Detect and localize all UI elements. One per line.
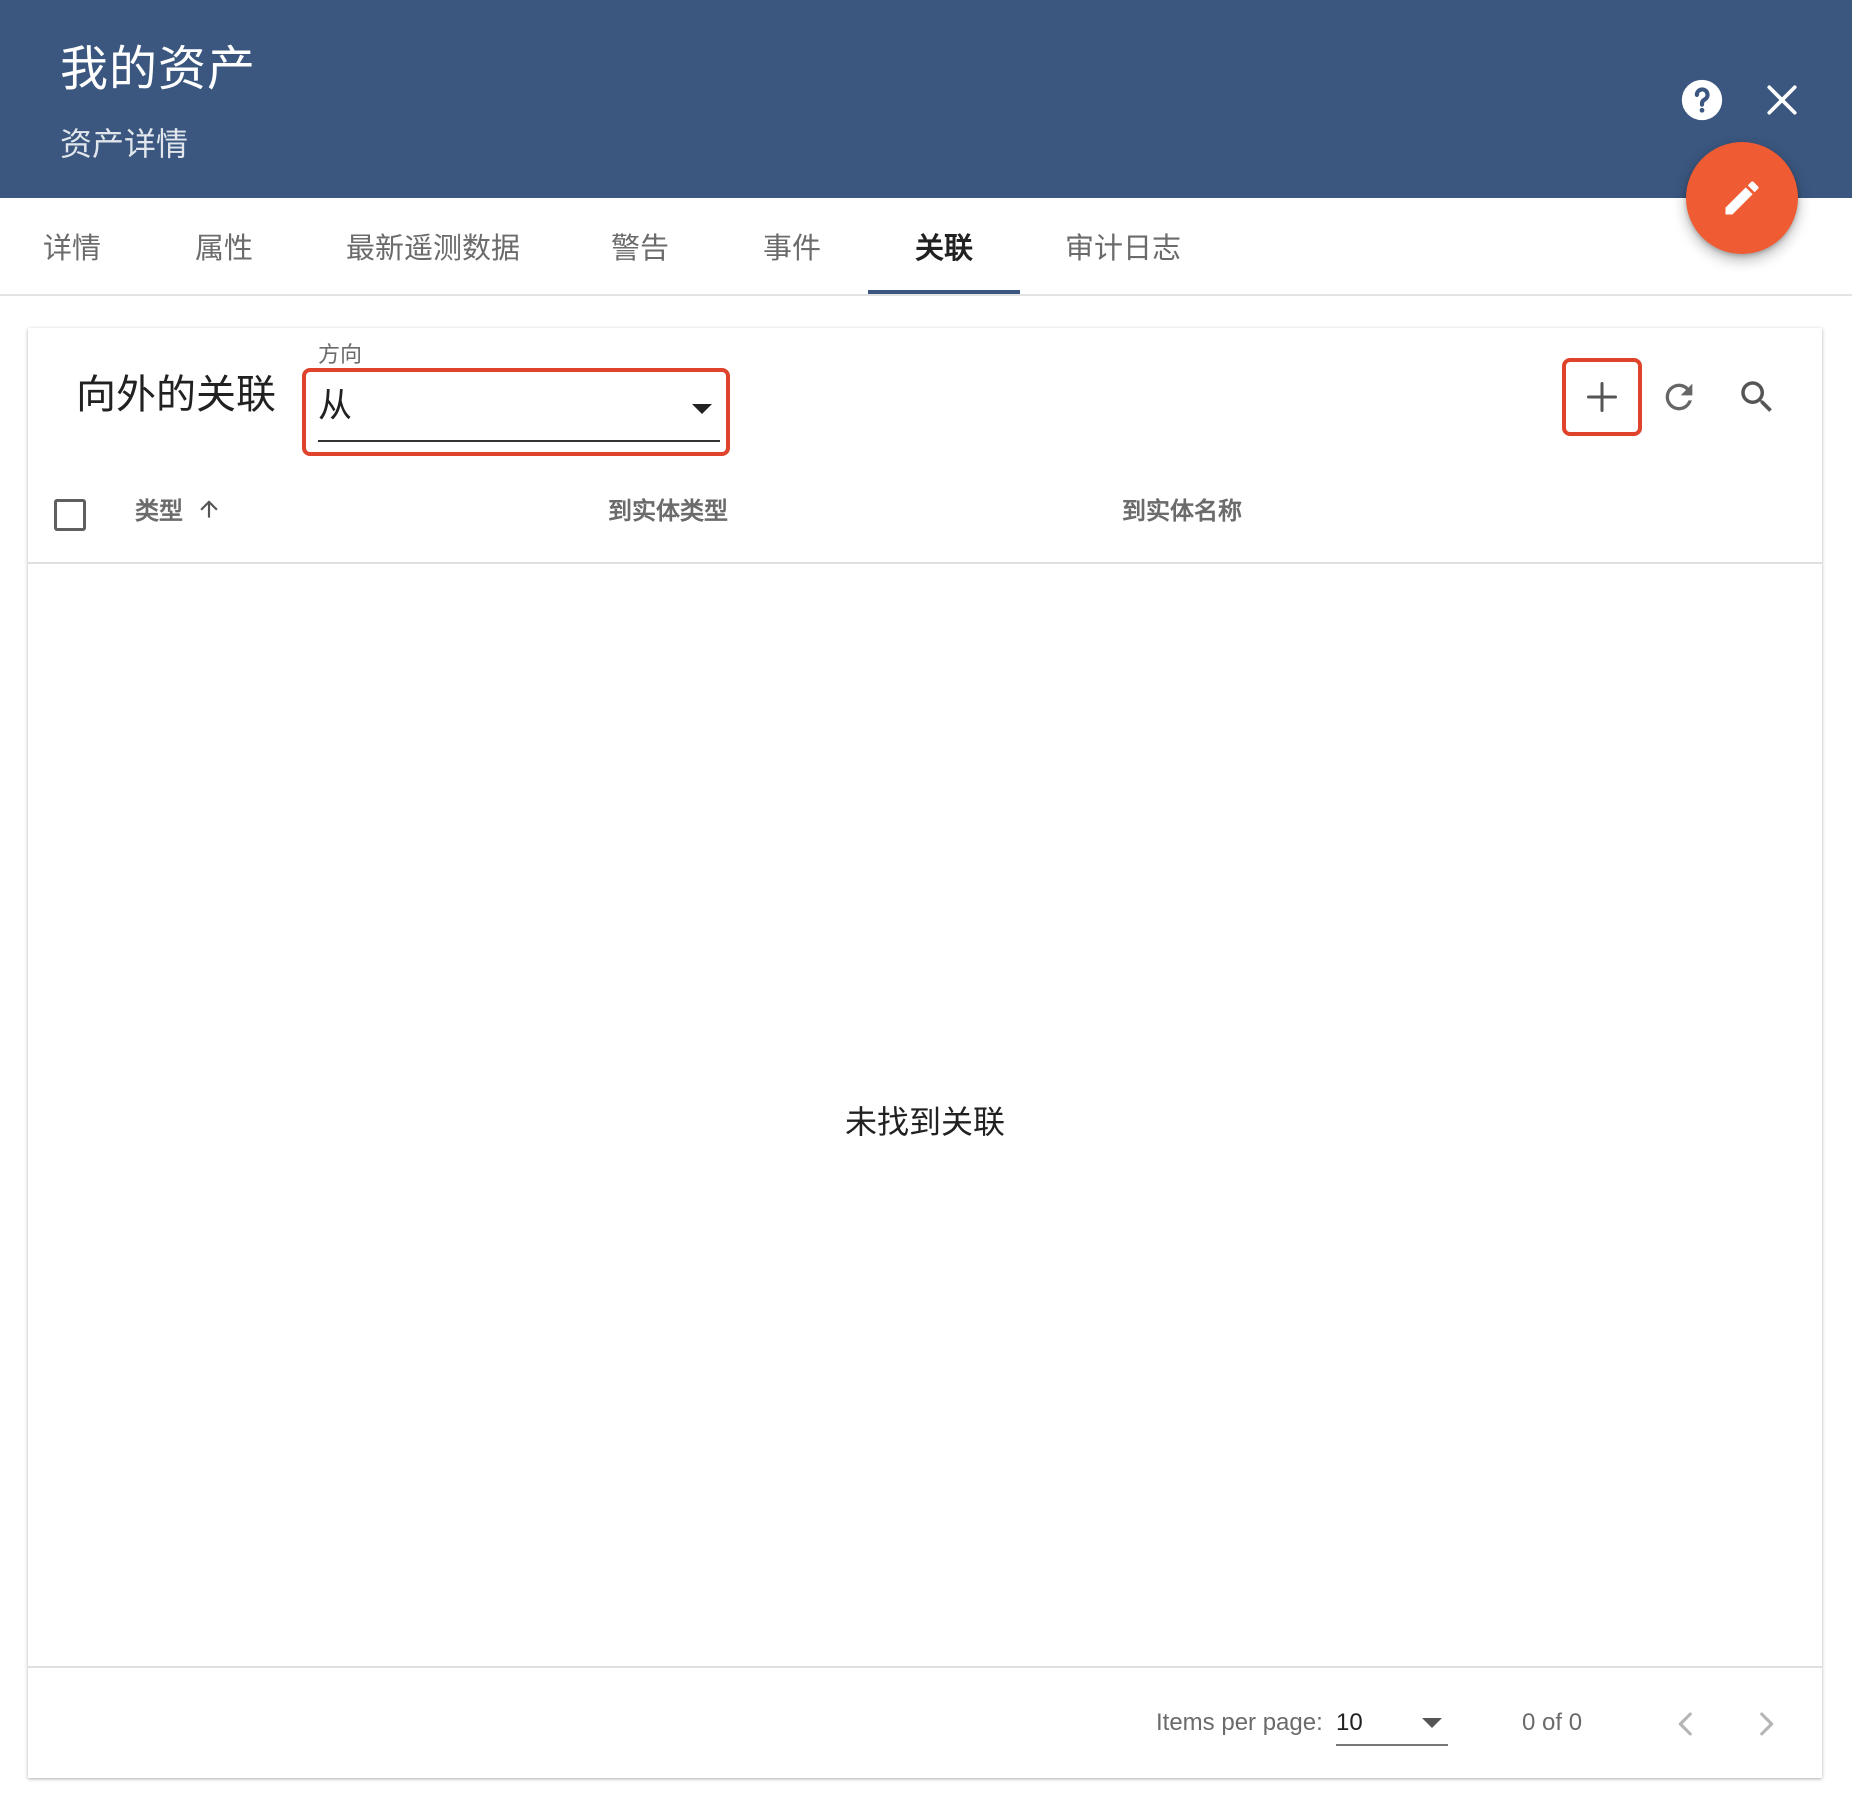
- tab-latest-telemetry[interactable]: 最新遥测数据: [328, 198, 538, 294]
- search-button[interactable]: [1722, 362, 1792, 432]
- relations-title: 向外的关联: [76, 373, 276, 417]
- search-icon: [1741, 381, 1772, 412]
- help-button[interactable]: [1672, 70, 1732, 130]
- active-tab-indicator: [868, 290, 1020, 294]
- refresh-button[interactable]: [1644, 362, 1714, 432]
- items-per-page-select[interactable]: 10: [1336, 1700, 1448, 1746]
- paginator: Items per page: 10 0 of 0: [28, 1666, 1822, 1780]
- relations-card: 向外的关联 方向 从 类型 到实体类型 到实体名称 未找到关联 Items pe…: [28, 328, 1822, 1778]
- add-relation-button[interactable]: [1562, 358, 1642, 436]
- tab-audit-logs[interactable]: 审计日志: [1046, 198, 1200, 294]
- refresh-icon: [1665, 383, 1693, 411]
- page-subtitle: 资产详情: [60, 126, 189, 162]
- dropdown-arrow-icon: [692, 404, 712, 414]
- tab-relations[interactable]: 关联: [868, 198, 1020, 294]
- close-button[interactable]: [1752, 70, 1812, 130]
- direction-label: 方向: [318, 342, 363, 367]
- column-header-to-entity-name[interactable]: 到实体名称: [1122, 494, 1242, 530]
- next-page-button[interactable]: [1738, 1696, 1794, 1752]
- page-title: 我的资产: [60, 43, 257, 96]
- direction-value: 从: [318, 387, 352, 425]
- empty-state-message: 未找到关联: [844, 1104, 1005, 1140]
- chevron-right-icon: [1760, 1712, 1774, 1736]
- pencil-icon: [1725, 181, 1759, 215]
- direction-select[interactable]: 从: [302, 368, 730, 456]
- chevron-left-icon: [1678, 1712, 1692, 1736]
- arrow-up-icon: [200, 500, 218, 518]
- dropdown-arrow-icon: [1422, 1718, 1442, 1728]
- select-underline: [318, 440, 720, 442]
- items-per-page-value: 10: [1336, 1709, 1363, 1736]
- tab-alarms[interactable]: 警告: [588, 198, 692, 294]
- edit-fab-button[interactable]: [1686, 142, 1798, 254]
- column-header-type[interactable]: 类型: [135, 494, 183, 530]
- column-header-to-entity-type[interactable]: 到实体类型: [608, 494, 728, 530]
- dialog-header: 我的资产 资产详情: [0, 0, 1852, 198]
- tab-bar: 详情 属性 最新遥测数据 警告 事件 关联 审计日志: [0, 198, 1852, 296]
- select-all-checkbox[interactable]: [54, 499, 86, 531]
- page-range-label: 0 of 0: [1522, 1709, 1583, 1736]
- tab-events[interactable]: 事件: [740, 198, 844, 294]
- table-header: 类型 到实体类型 到实体名称: [28, 468, 1822, 564]
- select-underline: [1336, 1744, 1448, 1746]
- tab-attributes[interactable]: 属性: [172, 198, 276, 294]
- close-icon: [1767, 85, 1797, 115]
- help-circle-icon: [1681, 79, 1723, 121]
- previous-page-button[interactable]: [1658, 1696, 1714, 1752]
- items-per-page-label: Items per page:: [1156, 1709, 1323, 1736]
- plus-icon: [1587, 382, 1617, 412]
- tab-details[interactable]: 详情: [20, 198, 124, 294]
